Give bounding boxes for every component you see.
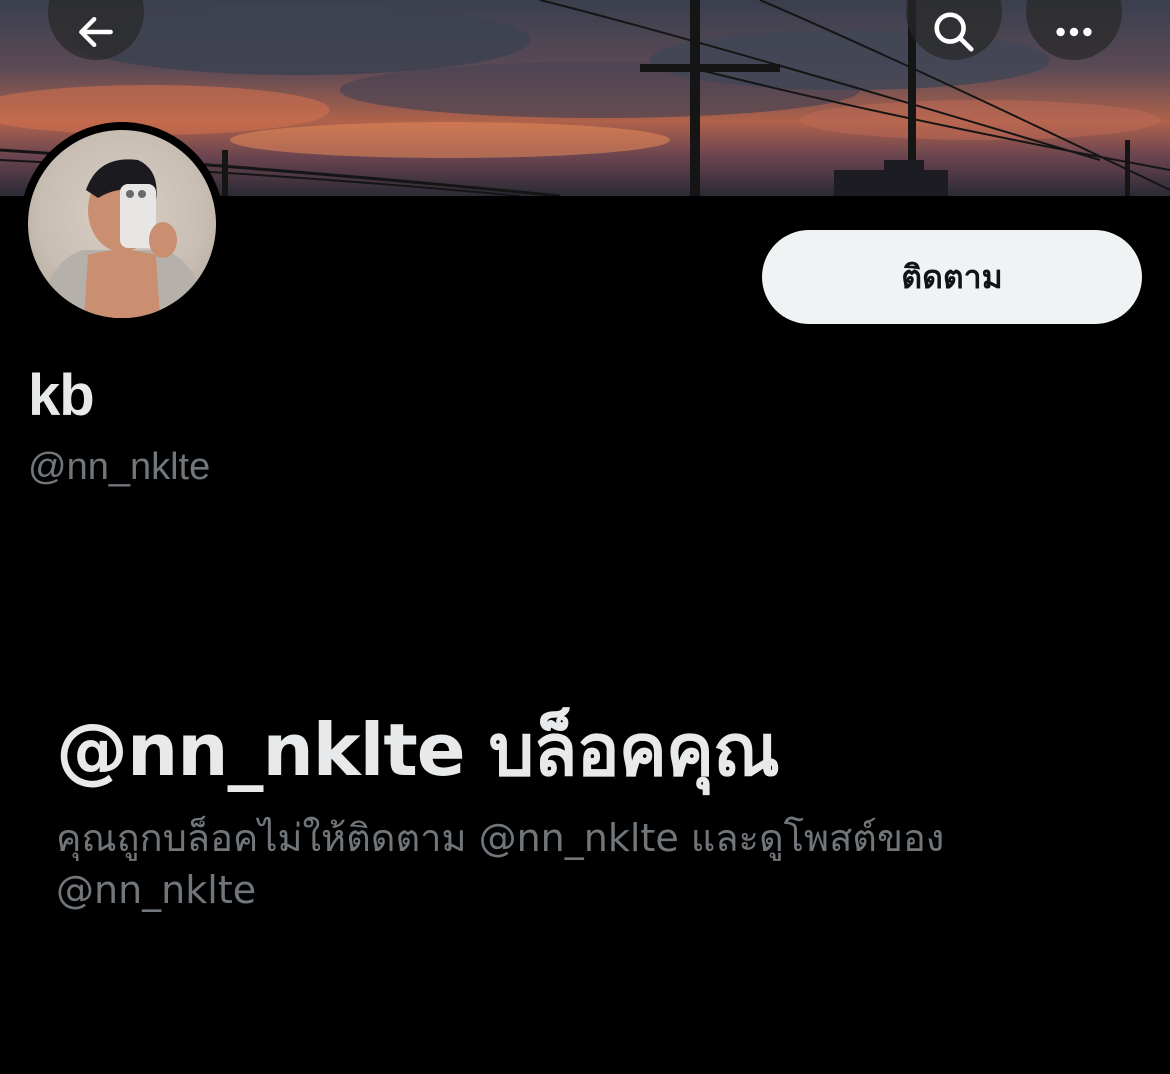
avatar[interactable] [20,122,224,326]
display-name: kb [28,363,95,428]
avatar-image [28,130,216,318]
search-icon [934,12,974,52]
more-horizontal-icon [1056,27,1092,37]
profile-handle: @nn_nklte [28,446,211,488]
arrow-left-icon [79,16,113,48]
blocked-description: คุณถูกบล็อคไม่ให้ติดตาม @nn_nklte และดูโ… [56,816,945,912]
follow-button[interactable]: ติดตาม [762,230,1142,324]
blocked-title: @nn_nklte บล็อคคุณ [56,708,780,792]
